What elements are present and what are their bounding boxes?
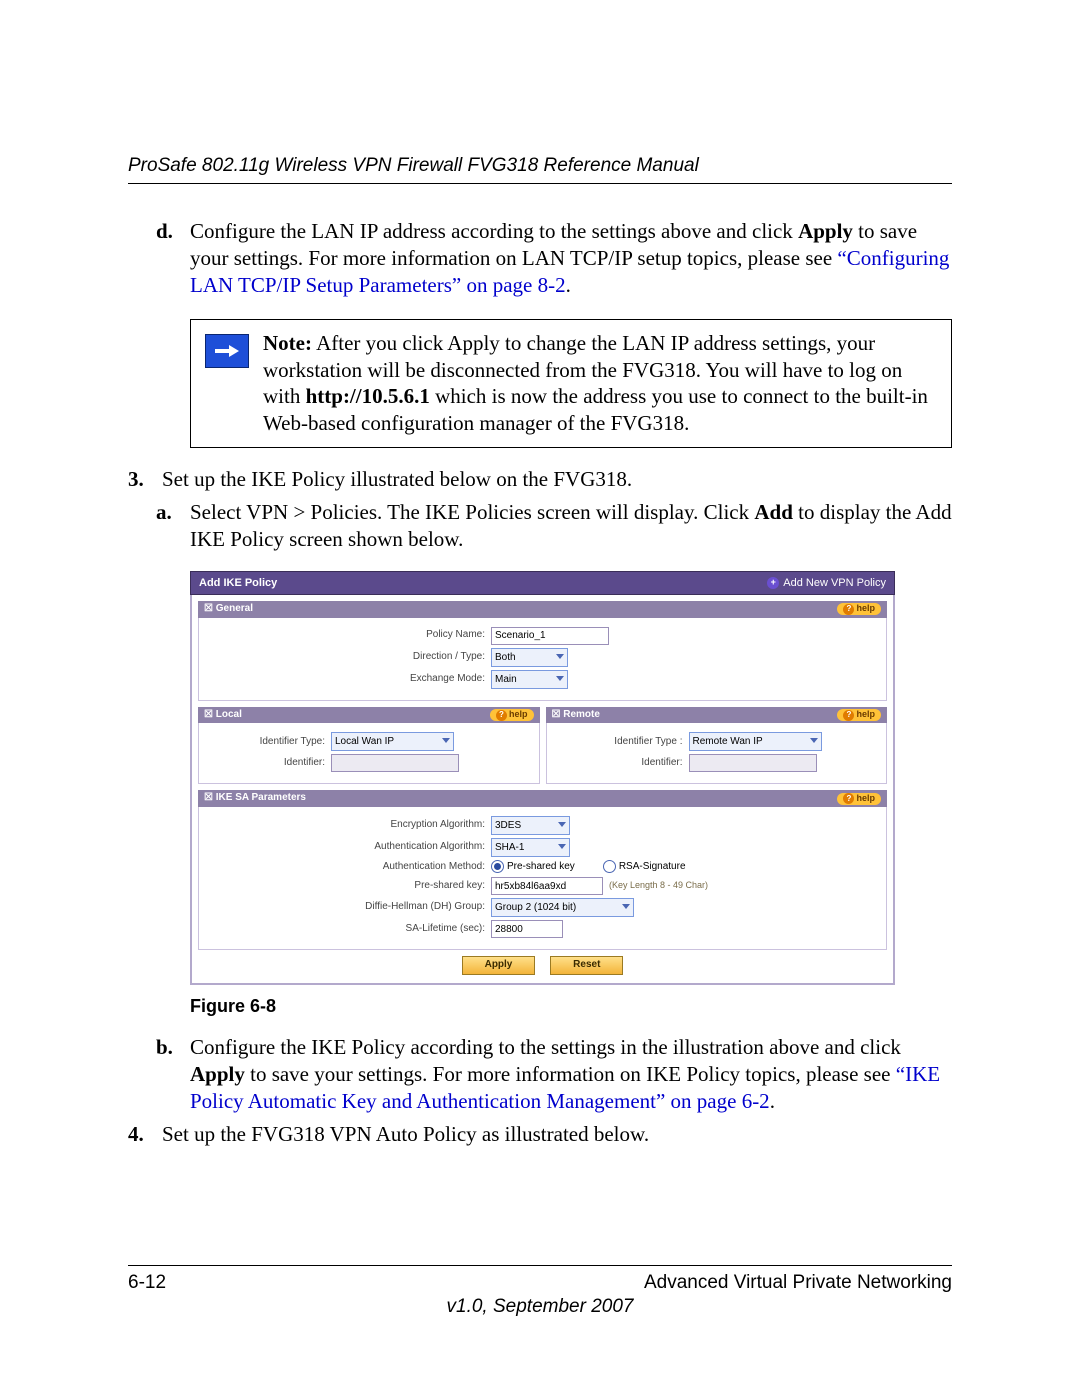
running-header: ProSafe 802.11g Wireless VPN Firewall FV… [128,155,952,184]
input-remote-identifier[interactable] [689,754,817,772]
note-label: Note: [263,331,312,355]
input-policy-name[interactable] [491,627,609,645]
label-local-id-type: Identifier Type: [207,736,331,749]
step-3b-end: . [770,1089,775,1113]
step-d-openq: “ [837,246,846,270]
step-3b-prefix: Configure the IKE Policy according to th… [190,1035,901,1059]
section-general-header: ☒ General help [198,601,887,618]
select-enc-alg[interactable] [491,816,570,835]
note-text: Note: After you click Apply to change th… [263,330,933,438]
label-auth-method: Authentication Method: [207,861,491,874]
reset-button[interactable]: Reset [550,956,623,975]
step-3b-openq: “ [896,1062,905,1086]
radio-psk[interactable]: Pre-shared key [491,860,575,874]
step-3-text: Set up the IKE Policy illustrated below … [162,466,952,493]
label-direction: Direction / Type: [207,651,491,664]
section-local-title: ☒ Local [204,709,242,722]
step-d-apply-word: Apply [798,219,853,243]
step-3b-text: Configure the IKE Policy according to th… [190,1034,952,1115]
section-local-header: ☒ Local help [198,707,540,724]
figure-6-8: Add IKE Policy + Add New VPN Policy ☒ Ge… [190,571,952,985]
ui-title: Add IKE Policy [199,576,277,590]
select-local-id-type[interactable] [331,732,454,751]
select-direction[interactable] [491,648,568,667]
radio-rsa[interactable]: RSA-Signature [603,860,686,874]
section-remote-header: ☒ Remote help [546,707,888,724]
select-remote-id-type[interactable] [689,732,822,751]
label-dh-group: Diffie-Hellman (DH) Group: [207,901,491,914]
step-3a-prefix: Select VPN > Policies. The IKE Policies … [190,500,754,524]
label-enc-alg: Encryption Algorithm: [207,819,491,832]
input-psk[interactable] [491,877,603,895]
section-sa-title: ☒ IKE SA Parameters [204,792,306,805]
section-general-title: ☒ General [204,603,253,616]
add-new-vpn-policy-link[interactable]: + Add New VPN Policy [767,576,886,590]
step-3a-marker: a. [156,499,190,553]
select-exchange[interactable] [491,670,568,689]
input-sa-life[interactable] [491,920,563,938]
label-remote-identifier: Identifier: [555,757,689,770]
note-box: Note: After you click Apply to change th… [190,319,952,449]
select-dh-group[interactable] [491,898,634,917]
step-3b-mid: to save your settings. For more informat… [245,1062,896,1086]
footer-version: v1.0, September 2007 [128,1296,952,1318]
footer-section: Advanced Virtual Private Networking [644,1272,952,1294]
ui-titlebar: Add IKE Policy + Add New VPN Policy [190,571,895,595]
plus-icon: + [767,577,779,589]
psk-hint: (Key Length 8 - 49 Char) [609,880,708,892]
label-remote-id-type: Identifier Type : [555,736,689,749]
step-d-text: Configure the LAN IP address according t… [190,218,952,299]
step-3b-marker: b. [156,1034,190,1115]
label-auth-alg: Authentication Algorithm: [207,841,491,854]
step-3a-text: Select VPN > Policies. The IKE Policies … [190,499,952,553]
section-remote-title: ☒ Remote [552,709,600,722]
step-3a-add-word: Add [754,500,793,524]
note-url: http://10.5.6.1 [306,384,430,408]
help-badge-local[interactable]: help [490,709,534,721]
step-4-text: Set up the FVG318 VPN Auto Policy as ill… [162,1121,952,1148]
step-3-marker: 3. [128,466,162,493]
label-local-identifier: Identifier: [207,757,331,770]
figure-caption: Figure 6-8 [190,995,952,1018]
step-d-marker: d. [156,218,190,299]
help-badge-sa[interactable]: help [837,793,881,805]
label-exchange: Exchange Mode: [207,673,491,686]
add-new-vpn-policy-label: Add New VPN Policy [783,576,886,590]
input-local-identifier[interactable] [331,754,459,772]
label-sa-life: SA-Lifetime (sec): [207,923,491,936]
help-badge-remote[interactable]: help [837,709,881,721]
footer-page-number: 6-12 [128,1272,166,1294]
label-psk: Pre-shared key: [207,880,491,893]
step-d-prefix: Configure the LAN IP address according t… [190,219,798,243]
help-badge-general[interactable]: help [837,603,881,615]
step-4-marker: 4. [128,1121,162,1148]
step-3b-apply-word: Apply [190,1062,245,1086]
section-sa-header: ☒ IKE SA Parameters help [198,790,887,807]
label-policy-name: Policy Name: [207,629,491,642]
select-auth-alg[interactable] [491,838,570,857]
apply-button[interactable]: Apply [462,956,536,975]
arrow-right-icon [205,334,249,368]
step-d-end: . [566,273,571,297]
